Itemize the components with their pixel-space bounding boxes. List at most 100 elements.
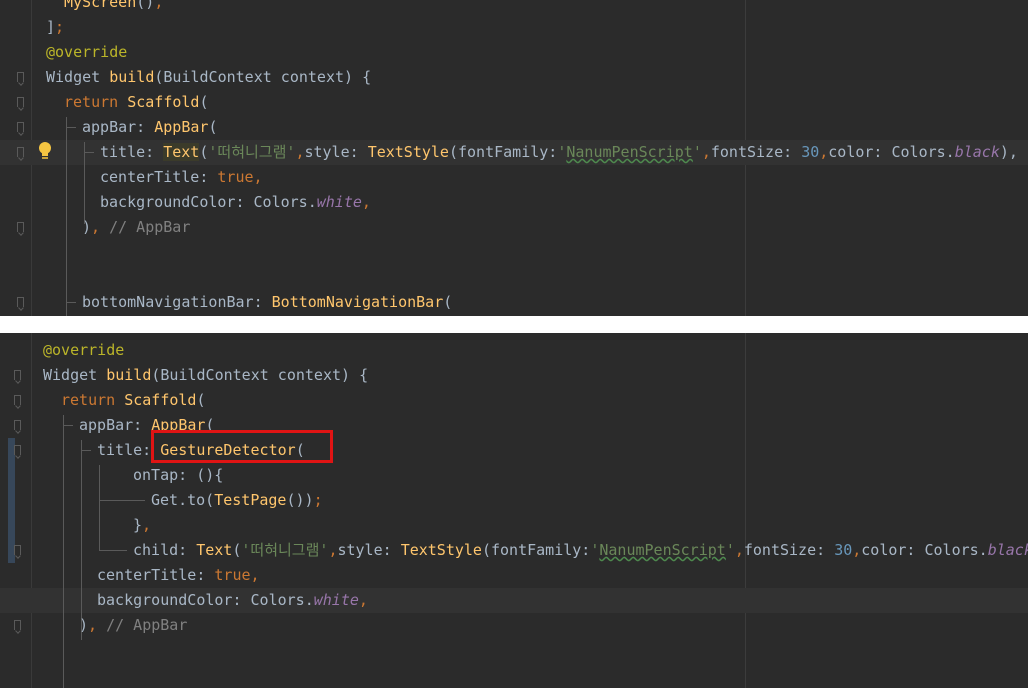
code-token: NanumPenScript: [599, 541, 726, 559]
code-token: style:: [337, 541, 401, 559]
code-line-return[interactable]: return Scaffold(: [64, 90, 209, 115]
code-token: AppBar: [154, 118, 209, 136]
code-token: (: [443, 293, 453, 311]
indent-guide: [81, 450, 91, 451]
code-line-centertitle[interactable]: centerTitle: true,: [100, 165, 263, 190]
code-line-bgcolor[interactable]: backgroundColor: Colors.white,: [97, 588, 368, 613]
code-line-bgcolor[interactable]: backgroundColor: Colors.white,: [100, 190, 371, 215]
code-token: (BuildContext context) {: [151, 366, 369, 384]
indent-guide: [99, 465, 100, 551]
code-token: ),: [999, 143, 1018, 161]
code-token: ,: [701, 143, 711, 161]
code-line-build[interactable]: Widget build(BuildContext context) {: [43, 363, 368, 388]
indent-guide: [66, 117, 67, 316]
code-token: Widget: [43, 366, 107, 384]
code-token: backgroundColor: Colors.: [100, 193, 317, 211]
fold-marker-icon[interactable]: [14, 620, 21, 630]
code-token: build: [106, 366, 152, 384]
code-line-myscreen[interactable]: MyScreen(),: [64, 0, 163, 15]
indent-guide: [81, 440, 82, 640]
code-token: '떠혀니그램': [208, 143, 296, 161]
code-token: ,: [154, 0, 164, 11]
code-token: ,: [250, 566, 260, 584]
code-token: TestPage: [214, 491, 287, 509]
code-token: BottomNavigationBar: [271, 293, 444, 311]
code-line-bottomnav[interactable]: bottomNavigationBar: BottomNavigationBar…: [82, 290, 452, 315]
code-token: Widget: [46, 68, 110, 86]
fold-marker-icon[interactable]: [17, 147, 24, 157]
code-line-override[interactable]: @override: [43, 338, 124, 363]
code-token: return: [64, 93, 128, 111]
fold-marker-icon[interactable]: [14, 545, 21, 555]
gutter-divider: [31, 333, 32, 688]
code-line-child[interactable]: child: Text('떠혀니그램',style: TextStyle(fon…: [133, 538, 1028, 563]
code-token: appBar:: [79, 416, 152, 434]
indent-guide: [99, 550, 127, 551]
code-token: black: [987, 541, 1028, 559]
code-token: ': [725, 541, 735, 559]
code-token: 30: [801, 143, 820, 161]
indent-guide: [99, 500, 145, 501]
code-line-getto[interactable]: Get.to(TestPage());: [151, 488, 323, 513]
code-token: appBar:: [82, 118, 155, 136]
code-token: return: [61, 391, 125, 409]
code-token: ,: [819, 143, 829, 161]
code-token: white: [313, 591, 359, 609]
fold-marker-icon[interactable]: [17, 297, 24, 307]
fold-marker-icon[interactable]: [17, 122, 24, 132]
lightbulb-icon[interactable]: [38, 141, 52, 161]
code-token: ,: [253, 168, 263, 186]
fold-marker-icon[interactable]: [14, 420, 21, 430]
code-token: ,: [91, 218, 110, 236]
code-token: build: [109, 68, 155, 86]
code-line-return[interactable]: return Scaffold(: [61, 388, 206, 413]
code-token: true: [214, 566, 251, 584]
code-line-ontap-close[interactable]: },: [133, 513, 151, 538]
code-token: '떠혀니그램': [241, 541, 329, 559]
code-token: ,: [361, 193, 371, 211]
code-line-appbar-close[interactable]: ), // AppBar: [79, 613, 187, 638]
code-line-override[interactable]: @override: [46, 40, 127, 65]
fold-marker-icon[interactable]: [14, 395, 21, 405]
indent-guide: [66, 302, 76, 303]
code-token: ;: [55, 18, 65, 36]
code-token: NanumPenScript: [566, 143, 693, 161]
code-token: Text: [196, 541, 233, 559]
fold-marker-icon[interactable]: [17, 222, 24, 232]
code-token: ): [79, 616, 89, 634]
indent-guide: [63, 415, 64, 688]
code-token: Scaffold: [127, 93, 200, 111]
code-line-build[interactable]: Widget build(BuildContext context) {: [46, 65, 371, 90]
code-token: centerTitle:: [100, 168, 218, 186]
fold-marker-icon[interactable]: [17, 97, 24, 107]
code-token: (BuildContext context) {: [154, 68, 372, 86]
code-token: child:: [133, 541, 197, 559]
code-line-list-close[interactable]: ];: [46, 15, 64, 40]
code-token: ,: [142, 516, 152, 534]
indent-guide: [84, 142, 85, 224]
code-token: MyScreen: [64, 0, 137, 11]
code-line-title[interactable]: title: Text('떠혀니그램',style: TextStyle(fon…: [100, 140, 1018, 165]
code-token: }: [133, 516, 143, 534]
code-token: color: Colors.: [828, 143, 955, 161]
code-token: fontSize:: [710, 143, 802, 161]
code-token: @override: [43, 341, 125, 359]
code-line-appbar[interactable]: appBar: AppBar(: [82, 115, 217, 140]
code-token: title:: [100, 143, 164, 161]
code-line-centertitle[interactable]: centerTitle: true,: [97, 563, 260, 588]
code-token: TextStyle: [400, 541, 482, 559]
code-line-appbar-close[interactable]: ), // AppBar: [82, 215, 190, 240]
fold-marker-icon[interactable]: [14, 370, 21, 380]
code-token: black: [954, 143, 1000, 161]
fold-marker-icon[interactable]: [14, 445, 21, 455]
fold-marker-icon[interactable]: [17, 72, 24, 82]
code-line-ontap[interactable]: onTap: (){: [133, 463, 223, 488]
code-token: true: [217, 168, 254, 186]
code-token: (): [136, 0, 155, 11]
code-token: 30: [834, 541, 853, 559]
code-token: ,: [358, 591, 368, 609]
editor-panel-bottom: @override Widget build(BuildContext cont…: [0, 333, 1028, 688]
code-token: centerTitle:: [97, 566, 215, 584]
code-token: ,: [852, 541, 862, 559]
code-token: ]: [46, 18, 56, 36]
